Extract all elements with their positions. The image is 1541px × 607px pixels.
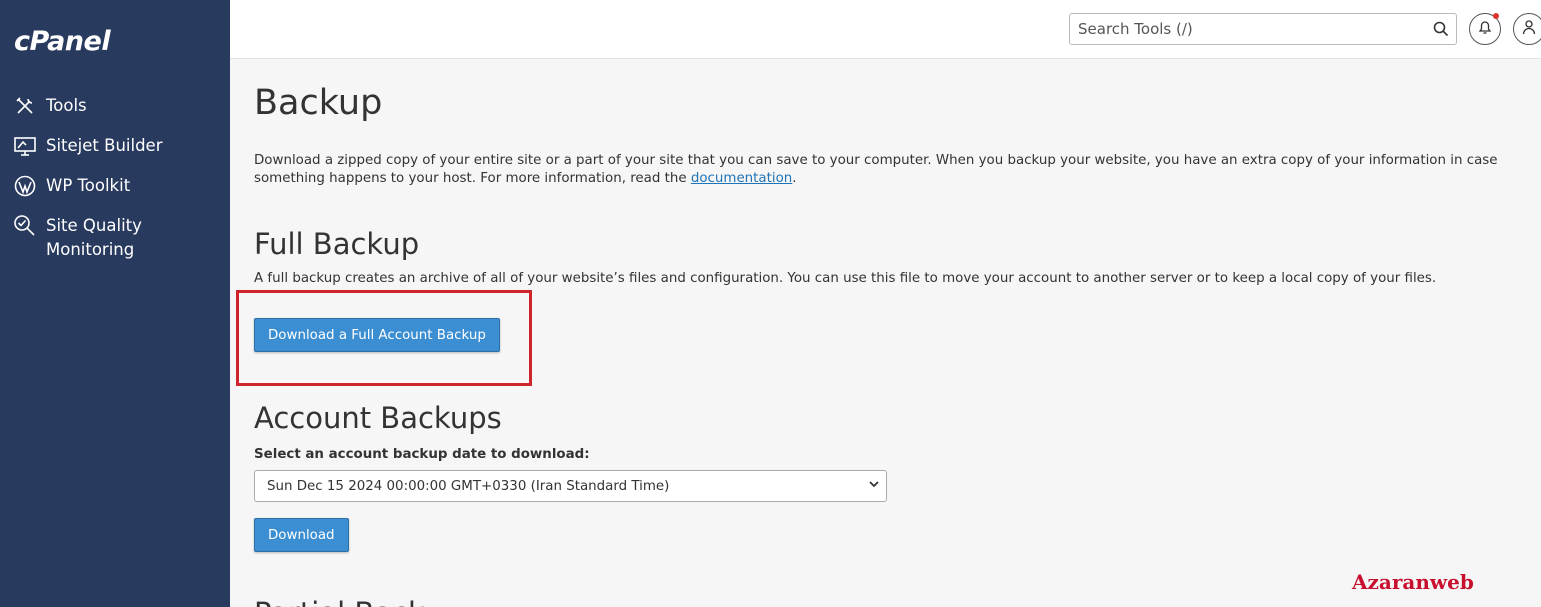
chevron-down-icon — [868, 478, 880, 494]
partial-backup-heading: Partial Back — [254, 596, 425, 607]
notification-dot — [1493, 13, 1499, 19]
user-icon — [1522, 19, 1536, 40]
user-menu-button[interactable] — [1513, 13, 1541, 45]
documentation-link[interactable]: documentation — [691, 171, 792, 186]
backup-date-label: Select an account backup date to downloa… — [254, 447, 590, 462]
download-account-backup-button[interactable]: Download — [254, 518, 349, 552]
sidebar: cPanel Tools Sitejet Builder WP Toolkit … — [0, 0, 230, 607]
full-backup-description: A full backup creates an archive of all … — [254, 271, 1437, 286]
wordpress-icon — [12, 174, 38, 198]
search-input[interactable] — [1070, 15, 1426, 43]
sidebar-item-site-quality-monitoring[interactable]: Site Quality Monitoring — [12, 214, 142, 262]
monitor-icon — [12, 134, 38, 158]
notifications-button[interactable] — [1469, 13, 1501, 45]
page-title: Backup — [254, 83, 383, 123]
sidebar-item-wp-toolkit[interactable]: WP Toolkit — [12, 174, 130, 198]
account-backups-heading: Account Backups — [254, 401, 502, 435]
backup-date-select[interactable]: Sun Dec 15 2024 00:00:00 GMT+0330 (Iran … — [254, 470, 887, 502]
site-quality-icon — [12, 214, 38, 238]
sidebar-item-label: Tools — [46, 96, 87, 115]
sidebar-item-sitejet-builder[interactable]: Sitejet Builder — [12, 134, 162, 158]
selected-option: Sun Dec 15 2024 00:00:00 GMT+0330 (Iran … — [267, 478, 670, 494]
top-header — [230, 0, 1541, 59]
full-backup-heading: Full Backup — [254, 227, 420, 261]
sidebar-item-label: Sitejet Builder — [46, 136, 163, 155]
search-box — [1069, 13, 1457, 45]
highlight-box — [236, 290, 532, 386]
sidebar-item-label: WP Toolkit — [46, 176, 131, 195]
tools-icon — [12, 94, 38, 118]
watermark: Azaranweb — [1352, 570, 1474, 594]
intro-text: Download a zipped copy of your entire si… — [254, 153, 1498, 186]
search-icon[interactable] — [1426, 21, 1456, 37]
sidebar-item-tools[interactable]: Tools — [12, 94, 87, 118]
sidebar-item-label-line2: Monitoring — [46, 240, 135, 259]
bell-icon — [1478, 19, 1492, 40]
cpanel-logo[interactable]: cPanel — [14, 26, 111, 57]
sidebar-item-label: Site Quality — [46, 216, 142, 235]
